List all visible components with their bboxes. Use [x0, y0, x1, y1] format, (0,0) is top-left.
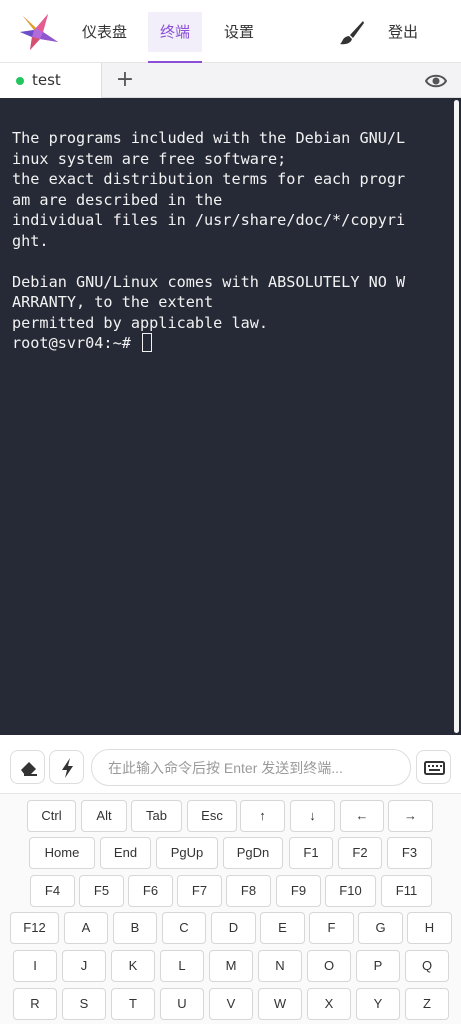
- keyboard-key[interactable]: ↑: [240, 800, 285, 832]
- eye-icon[interactable]: [425, 70, 447, 92]
- clear-button[interactable]: [10, 750, 45, 784]
- eraser-icon: [21, 762, 37, 776]
- keyboard-key[interactable]: F: [309, 912, 354, 944]
- keyboard-key[interactable]: O: [307, 950, 351, 982]
- keyboard-key[interactable]: F8: [226, 875, 271, 907]
- command-input-bar: [0, 738, 461, 794]
- terminal-line: ARRANTY, to the extent: [12, 293, 214, 311]
- keyboard-key[interactable]: F12: [10, 912, 59, 944]
- terminal-line: am are described in the: [12, 190, 223, 209]
- keyboard-key[interactable]: P: [356, 950, 400, 982]
- nav-terminal[interactable]: 终端: [148, 12, 203, 63]
- terminal-scrollbar[interactable]: [454, 100, 459, 733]
- nav-dashboard[interactable]: 仪表盘: [70, 12, 139, 52]
- keyboard-key[interactable]: Esc: [187, 800, 237, 832]
- terminal-line: individual files in /usr/share/doc/*/cop…: [12, 211, 406, 229]
- keyboard-key[interactable]: A: [64, 912, 108, 944]
- keyboard-key[interactable]: S: [62, 988, 106, 1020]
- keyboard-key[interactable]: M: [209, 950, 253, 982]
- keyboard-key[interactable]: →: [388, 800, 433, 832]
- brush-icon[interactable]: [339, 20, 365, 46]
- terminal-cursor: [142, 333, 153, 352]
- keyboard-key[interactable]: Y: [356, 988, 400, 1020]
- nav-settings[interactable]: 设置: [212, 12, 266, 52]
- keyboard-key[interactable]: I: [13, 950, 57, 982]
- keyboard-key[interactable]: K: [111, 950, 155, 982]
- keyboard-key[interactable]: Q: [405, 950, 449, 982]
- keyboard-toggle-button[interactable]: [416, 750, 451, 784]
- keyboard-key[interactable]: F6: [128, 875, 173, 907]
- keyboard-key[interactable]: PgUp: [156, 837, 218, 869]
- terminal-line: The programs included with the Debian GN…: [12, 129, 406, 147]
- app-logo-icon[interactable]: [18, 12, 60, 52]
- terminal-prompt-line: root@svr04:~#: [12, 333, 442, 354]
- keyboard-key[interactable]: PgDn: [223, 837, 283, 869]
- terminal-line: inux system are free software;: [12, 149, 287, 168]
- add-tab-button[interactable]: +: [112, 66, 138, 94]
- keyboard-icon: [424, 761, 445, 775]
- keyboard-key[interactable]: N: [258, 950, 302, 982]
- session-tab-label: test: [32, 71, 61, 89]
- keyboard-key[interactable]: U: [160, 988, 204, 1020]
- keyboard-key[interactable]: F11: [381, 875, 432, 907]
- keyboard-key[interactable]: F5: [79, 875, 124, 907]
- keyboard-key[interactable]: F7: [177, 875, 222, 907]
- terminal-line: Debian GNU/Linux comes with ABSOLUTELY N…: [12, 272, 406, 291]
- keyboard-key[interactable]: T: [111, 988, 155, 1020]
- keyboard-key[interactable]: E: [260, 912, 305, 944]
- keyboard-key[interactable]: ←: [340, 800, 384, 832]
- keyboard-key[interactable]: G: [358, 912, 403, 944]
- lightning-icon: [62, 758, 73, 778]
- keyboard-key[interactable]: Tab: [131, 800, 182, 832]
- keyboard-key[interactable]: Alt: [81, 800, 127, 832]
- quick-command-button[interactable]: [49, 750, 84, 784]
- keyboard-key[interactable]: End: [100, 837, 151, 869]
- terminal-prompt: root@svr04:~#: [12, 334, 131, 352]
- logout-button[interactable]: 登出: [378, 12, 428, 52]
- keyboard-key[interactable]: H: [407, 912, 452, 944]
- terminal-line: ght.: [12, 231, 49, 250]
- keyboard-key[interactable]: X: [307, 988, 351, 1020]
- keyboard-key[interactable]: J: [62, 950, 106, 982]
- keyboard-key[interactable]: W: [258, 988, 302, 1020]
- keyboard-key[interactable]: F4: [30, 875, 75, 907]
- keyboard-key[interactable]: F10: [325, 875, 376, 907]
- command-input[interactable]: [91, 749, 411, 786]
- session-tab[interactable]: test: [0, 63, 102, 98]
- keyboard-key[interactable]: R: [13, 988, 57, 1020]
- keyboard-key[interactable]: B: [113, 912, 157, 944]
- virtual-keyboard: Ctrl Alt Tab Esc ↑ ↓ ← → Home End PgUp PgDn F1 F2 F3 F4…: [0, 794, 461, 1024]
- keyboard-key[interactable]: L: [160, 950, 204, 982]
- keyboard-key[interactable]: D: [211, 912, 256, 944]
- keyboard-key[interactable]: V: [209, 988, 253, 1020]
- keyboard-key[interactable]: F2: [338, 837, 382, 869]
- keyboard-key[interactable]: Ctrl: [27, 800, 76, 832]
- keyboard-key[interactable]: F3: [387, 837, 432, 869]
- keyboard-key[interactable]: F9: [276, 875, 321, 907]
- keyboard-key[interactable]: C: [162, 912, 206, 944]
- keyboard-key[interactable]: Home: [29, 837, 95, 869]
- top-navbar: 仪表盘 终端 设置 登出: [0, 0, 461, 63]
- keyboard-key[interactable]: F1: [289, 837, 333, 869]
- terminal-screen[interactable]: The programs included with the Debian GN…: [0, 98, 461, 735]
- terminal-output: The programs included with the Debian GN…: [12, 128, 442, 354]
- status-dot-icon: [16, 77, 24, 85]
- terminal-line: the exact distribution terms for each pr…: [12, 170, 406, 188]
- terminal-tabbar: test +: [0, 63, 461, 98]
- keyboard-key[interactable]: Z: [405, 988, 449, 1020]
- terminal-line: permitted by applicable law.: [12, 313, 269, 332]
- keyboard-key[interactable]: ↓: [290, 800, 335, 832]
